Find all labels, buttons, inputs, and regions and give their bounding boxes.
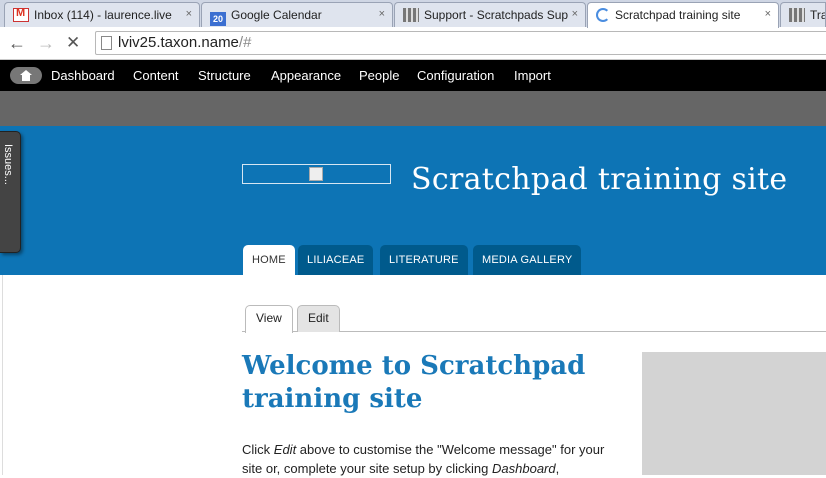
tab-literature[interactable]: LITERATURE (380, 245, 468, 275)
sidebar-block (642, 352, 826, 475)
browser-tab-inbox[interactable]: Inbox (114) - laurence.live × (4, 2, 200, 27)
browser-tab-training[interactable]: Trai (780, 2, 826, 27)
admin-menu-import[interactable]: Import (514, 68, 551, 83)
grid-icon (789, 8, 805, 22)
close-icon[interactable]: × (186, 8, 192, 20)
close-icon[interactable]: × (765, 8, 771, 20)
admin-menu-dashboard[interactable]: Dashboard (51, 68, 115, 83)
browser-tab-calendar[interactable]: 20 Google Calendar × (201, 2, 393, 27)
tab-view[interactable]: View (245, 305, 293, 333)
intro-text: Click (242, 442, 274, 457)
edit-emphasis: Edit (273, 442, 297, 457)
browser-tab-support[interactable]: Support - Scratchpads Sup × (394, 2, 586, 27)
gmail-icon (13, 7, 29, 22)
page-icon (101, 36, 112, 50)
admin-menu-configuration[interactable]: Configuration (417, 68, 494, 83)
dashboard-emphasis: Dashboard (492, 461, 556, 476)
browser-tab-title: Trai (810, 8, 825, 22)
stop-loading-icon[interactable]: ✕ (66, 33, 80, 53)
home-icon[interactable] (10, 67, 42, 84)
browser-tab-title: Scratchpad training site (615, 8, 741, 22)
browser-tab-title: Google Calendar (231, 8, 322, 22)
shortcut-bar (0, 91, 826, 126)
tab-liliaceae[interactable]: LILIACEAE (298, 245, 374, 275)
admin-menu-appearance[interactable]: Appearance (271, 68, 341, 83)
admin-menu-bar: Dashboard Content Structure Appearance P… (0, 60, 826, 91)
close-icon[interactable]: × (572, 8, 578, 20)
site-header: Scratchpad training site HOME LILIACEAE … (0, 126, 826, 275)
close-icon[interactable]: × (379, 8, 385, 20)
browser-tab-scratchpad[interactable]: Scratchpad training site × (587, 2, 779, 28)
admin-menu-structure[interactable]: Structure (198, 68, 251, 83)
intro-text: , (555, 461, 560, 476)
forward-arrow-icon[interactable]: → (37, 33, 55, 54)
address-bar[interactable]: lviv25.taxon.name/# (95, 31, 826, 55)
issues-label: Issues... (2, 144, 14, 185)
grid-icon (403, 8, 419, 22)
admin-menu-people[interactable]: People (359, 68, 399, 83)
tab-media-gallery[interactable]: MEDIA GALLERY (473, 245, 582, 275)
broken-image-icon (309, 167, 323, 181)
back-arrow-icon[interactable]: ← (8, 33, 26, 54)
url-path: /# (238, 34, 252, 51)
content-divider (2, 275, 3, 475)
browser-tab-title: Support - Scratchpads Sup (424, 8, 569, 22)
tab-edit[interactable]: Edit (297, 305, 340, 332)
loading-spinner-icon (596, 8, 610, 22)
browser-tab-title: Inbox (114) - laurence.live (34, 8, 172, 22)
tab-home[interactable]: HOME (243, 245, 295, 275)
url-host: lviv25.taxon.name (118, 34, 239, 51)
admin-menu-content[interactable]: Content (133, 68, 179, 83)
issues-side-tab[interactable]: Issues... (0, 131, 21, 253)
browser-tab-strip: Inbox (114) - laurence.live × 20 Google C… (0, 0, 826, 28)
calendar-icon: 20 (210, 12, 226, 26)
page-title: Welcome to Scratchpad training site (242, 351, 586, 414)
site-logo[interactable] (242, 164, 391, 184)
site-title[interactable]: Scratchpad training site (411, 162, 787, 197)
welcome-message: Click Edit above to customise the "Welco… (242, 440, 622, 478)
browser-toolbar: ← → ✕ lviv25.taxon.name/# (0, 27, 826, 60)
